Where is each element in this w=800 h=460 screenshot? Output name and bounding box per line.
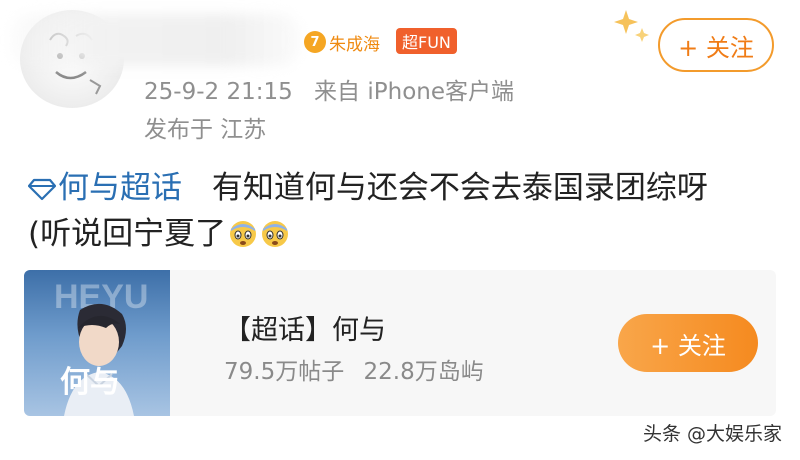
cold-sweat-face-icon (262, 221, 289, 247)
follow-user-button[interactable]: + 关注 (658, 18, 774, 72)
post-text-line-1: 有知道何与还会不会去泰国录团综呀 (211, 170, 708, 206)
post-source: 来自 iPhone客户端 (314, 79, 514, 105)
diamond-icon (28, 178, 56, 201)
username-blurred[interactable] (10, 14, 300, 66)
posts-count: 79.5万帖子 (224, 359, 345, 385)
source-watermark: 头条 @大娱乐家 (642, 423, 782, 445)
post-timestamp: 25-9-2 21:15 (144, 79, 293, 105)
super-topic-link[interactable]: 何与超话 (28, 170, 212, 206)
post-line-2: (听说回宁夏了 (28, 211, 788, 257)
super-topic-title: 【超话】何与 (224, 315, 386, 346)
super-topic-card[interactable]: HEYU 何与 【超话】何与 79.5万帖子 22.8万岛屿 + 关注 (24, 270, 776, 416)
fan-badge: 7 朱成海 (304, 28, 380, 56)
follow-super-topic-button[interactable]: + 关注 (618, 314, 758, 372)
weibo-post: 7 朱成海 超FUN 25-9-2 21:15 来自 iPhone客户端 发布于… (0, 0, 800, 460)
fan-badge-text: 朱成海 (329, 34, 380, 55)
svg-text:何与: 何与 (60, 365, 120, 400)
post-text-line-2: (听说回宁夏了 (28, 216, 227, 252)
super-topic-name: 何与超话 (58, 170, 182, 206)
super-topic-cover-image: HEYU 何与 (24, 270, 170, 416)
fan-level-icon: 7 (304, 31, 326, 53)
post-content: 何与超话 有知道何与还会不会去泰国录团综呀 (听说回宁夏了 (28, 165, 788, 257)
sparkle-icon (614, 10, 649, 42)
super-topic-stats: 79.5万帖子 22.8万岛屿 (224, 352, 484, 386)
post-location: 发布于 江苏 (144, 117, 267, 143)
post-meta: 25-9-2 21:15 来自 iPhone客户端 (144, 72, 514, 106)
post-line-1: 何与超话 有知道何与还会不会去泰国录团综呀 (28, 165, 788, 211)
islands-count: 22.8万岛屿 (363, 359, 484, 385)
cold-sweat-face-icon (230, 221, 257, 247)
fun-badge: 超FUN (396, 28, 457, 54)
